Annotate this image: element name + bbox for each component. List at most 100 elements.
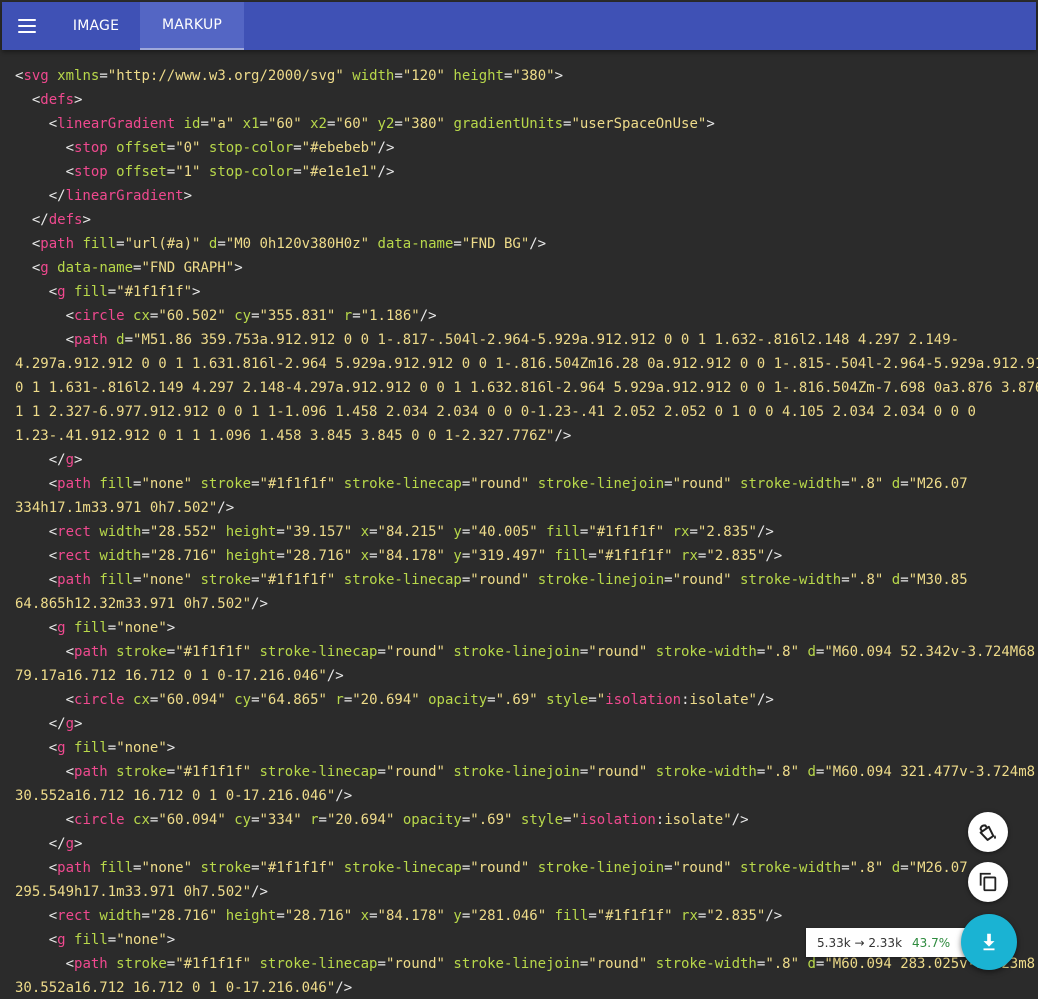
code-attribute: x1 — [242, 116, 260, 132]
code-value: "60.502" — [158, 308, 226, 324]
code-punctuation: = — [664, 476, 673, 492]
code-punctuation: = — [141, 524, 150, 540]
code-attribute: data-name — [57, 260, 134, 276]
code-value: "28.552" — [149, 524, 218, 540]
code-tag-name: g — [57, 620, 66, 636]
code-value: " — [596, 692, 606, 708]
code-attribute: stroke-linejoin — [453, 764, 580, 780]
code-value: "round" — [588, 956, 648, 972]
code-value: ".8" — [849, 572, 884, 588]
code-attribute: style — [520, 812, 564, 828]
code-line: 0 1 1.631-.816l2.149 4.297 2.148-4.297a.… — [15, 376, 1038, 400]
code-value: ".8" — [765, 956, 800, 972]
code-value: "a" — [208, 116, 235, 132]
code-attribute: stroke-linecap — [259, 764, 378, 780]
code-punctuation: /> — [554, 428, 572, 444]
code-punctuation: < — [48, 548, 58, 564]
code-attribute: stroke-width — [740, 476, 842, 492]
code-tag-name: rect — [57, 524, 91, 540]
code-punctuation: < — [48, 476, 58, 492]
code-punctuation: = — [343, 692, 353, 708]
code-attribute: y — [453, 524, 462, 540]
code-punctuation: /> — [419, 308, 437, 324]
markup-code-view[interactable]: <svg xmlns="http://www.w3.org/2000/svg" … — [0, 64, 1038, 999]
code-value: "M30.85 — [908, 572, 968, 588]
code-tag-name: path — [57, 572, 91, 588]
code-line: <path d="M51.86 359.753a.912.912 0 0 1-.… — [15, 328, 1038, 352]
code-value: "M0 0h120v380H0z" — [225, 236, 370, 252]
code-punctuation: /> — [756, 692, 774, 708]
code-value: "M60.094 52.342v-3.724M68.73 — [824, 644, 1038, 660]
code-value: 0 1 1.631-.816l2.149 4.297 2.148-4.297a.… — [15, 380, 1038, 396]
code-punctuation: = — [166, 164, 176, 180]
code-value: "1.186" — [360, 308, 420, 324]
code-punctuation: > — [166, 932, 176, 948]
code-line: </g> — [15, 832, 1038, 856]
code-tag-name: path — [74, 644, 108, 660]
code-attribute: d — [807, 956, 816, 972]
code-tag-name: linearGradient — [57, 116, 176, 132]
copy-button[interactable] — [968, 862, 1008, 902]
tab-markup[interactable]: MARKUP — [140, 2, 244, 50]
code-line: <g fill="none"> — [15, 616, 1038, 640]
code-value: isolate" — [689, 692, 757, 708]
code-attribute: stroke-linejoin — [537, 572, 665, 588]
code-attribute: stroke-linecap — [343, 572, 462, 588]
code-value: "#1f1f1f" — [588, 524, 665, 540]
code-punctuation: = — [200, 116, 209, 132]
code-value: "84.178" — [377, 548, 445, 564]
tab-image[interactable]: IMAGE — [52, 2, 140, 50]
code-attribute: x — [360, 548, 370, 564]
code-tag-name: path — [74, 956, 108, 972]
code-attribute: fill — [82, 236, 117, 252]
code-attribute: stroke — [200, 860, 252, 876]
paint-bucket-button[interactable] — [968, 812, 1008, 852]
code-attribute: d — [891, 572, 901, 588]
code-punctuation: = — [259, 116, 268, 132]
code-attribute: stop-color — [208, 140, 294, 156]
code-punctuation: > — [74, 836, 83, 852]
code-attribute: fill — [99, 476, 134, 492]
code-line: <defs> — [15, 88, 1038, 112]
code-punctuation: < — [48, 524, 58, 540]
code-tag-name: isolation — [579, 812, 656, 828]
code-punctuation: < — [65, 332, 75, 348]
code-tag-name: g — [65, 716, 75, 732]
code-punctuation: = — [588, 548, 597, 564]
code-value: "334" — [259, 812, 302, 828]
menu-button[interactable] — [2, 2, 52, 50]
download-button[interactable] — [961, 914, 1017, 970]
code-line: 334h17.1m33.971 0h7.502"/> — [15, 496, 1038, 520]
code-value: "#1f1f1f" — [175, 764, 252, 780]
code-line: <path fill="none" stroke="#1f1f1f" strok… — [15, 472, 1038, 496]
code-punctuation: > — [234, 260, 243, 276]
code-line: <circle cx="60.094" cy="334" r="20.694" … — [15, 808, 1038, 832]
code-punctuation: /> — [765, 548, 783, 564]
code-punctuation: = — [369, 524, 378, 540]
code-punctuation: = — [369, 908, 378, 924]
code-attribute: stroke-linecap — [343, 476, 462, 492]
code-tag-name: rect — [57, 908, 91, 924]
code-attribute: fill — [74, 932, 108, 948]
code-value: ".8" — [849, 476, 884, 492]
code-attribute: stroke — [200, 572, 252, 588]
code-value: " — [571, 812, 580, 828]
